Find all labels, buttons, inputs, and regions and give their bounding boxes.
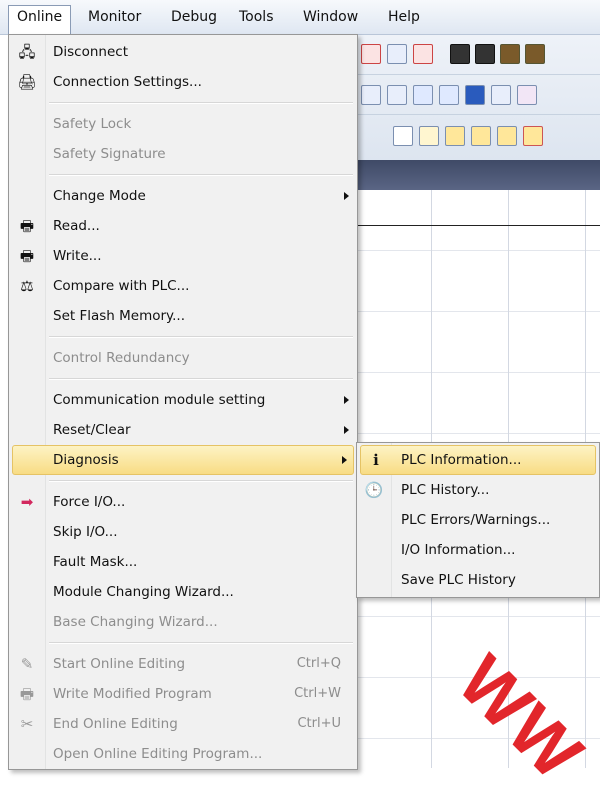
toolbar-icon[interactable] bbox=[491, 85, 511, 105]
toolbar-icon[interactable] bbox=[439, 85, 459, 105]
menu-item-disconnect[interactable]: 🖧 Disconnect bbox=[11, 38, 355, 66]
disconnect-icon: 🖧 bbox=[18, 43, 36, 61]
menu-item-start-online-editing: ✎ Start Online Editing Ctrl+Q bbox=[11, 650, 355, 678]
toolbar-icon[interactable] bbox=[471, 126, 491, 146]
toolbar-icon[interactable] bbox=[517, 85, 537, 105]
binoculars-icon[interactable] bbox=[500, 44, 520, 64]
plc-information-icon: ℹ bbox=[373, 451, 379, 469]
menu-item-compare-with-plc[interactable]: ⚖ Compare with PLC... bbox=[11, 272, 355, 300]
toolbar-row-3 bbox=[355, 114, 600, 160]
submenu-item-save-plc-history[interactable]: Save PLC History bbox=[359, 566, 597, 594]
menu-separator bbox=[49, 480, 353, 482]
toolbar-icon[interactable] bbox=[419, 126, 439, 146]
submenu-item-io-information[interactable]: I/O Information... bbox=[359, 536, 597, 564]
binoculars-icon[interactable] bbox=[475, 44, 495, 64]
menu-item-write-modified-program: 🖶 Write Modified Program Ctrl+W bbox=[11, 680, 355, 708]
write-to-plc-icon: 🖶 bbox=[19, 247, 35, 265]
menu-item-read[interactable]: 🖶 Read... bbox=[11, 212, 355, 240]
toolbar-icon[interactable] bbox=[497, 126, 517, 146]
menu-item-safety-signature: Safety Signature bbox=[53, 146, 166, 162]
submenu-arrow-icon bbox=[344, 396, 349, 404]
menu-item-fault-mask[interactable]: Fault Mask... bbox=[11, 548, 355, 576]
diagnosis-submenu: ℹ PLC Information... 🕒 PLC History... PL… bbox=[356, 442, 600, 598]
toolbar-icon[interactable] bbox=[413, 44, 433, 64]
menu-window[interactable]: Window bbox=[295, 6, 366, 28]
start-online-editing-icon: ✎ bbox=[20, 655, 34, 673]
shortcut-label: Ctrl+W bbox=[294, 686, 341, 701]
menu-item-communication-module-setting[interactable]: Communication module setting bbox=[11, 386, 355, 414]
toolbar-area bbox=[355, 34, 600, 160]
toolbar-icon[interactable] bbox=[387, 85, 407, 105]
submenu-arrow-icon bbox=[344, 426, 349, 434]
online-menu: 🖧 Disconnect 🖨 Connection Settings... Sa… bbox=[8, 34, 358, 770]
submenu-arrow-icon bbox=[342, 456, 347, 464]
menu-separator bbox=[49, 102, 353, 104]
end-online-editing-icon: ✂ bbox=[20, 715, 34, 733]
menu-debug[interactable]: Debug bbox=[163, 6, 225, 28]
submenu-item-plc-information[interactable]: ℹ PLC Information... bbox=[360, 445, 596, 475]
menu-separator bbox=[49, 642, 353, 644]
menu-item-diagnosis[interactable]: Diagnosis bbox=[12, 445, 354, 475]
menu-item-control-redundancy: Control Redundancy bbox=[53, 350, 190, 366]
menu-item-safety-lock: Safety Lock bbox=[53, 116, 132, 132]
menu-item-base-changing-wizard: Base Changing Wizard... bbox=[53, 614, 218, 630]
menu-item-skip-io[interactable]: Skip I/O... bbox=[11, 518, 355, 546]
toolbar-icon[interactable] bbox=[445, 126, 465, 146]
submenu-arrow-icon bbox=[344, 192, 349, 200]
menu-item-set-flash-memory[interactable]: Set Flash Memory... bbox=[11, 302, 355, 330]
force-io-icon: ➡ bbox=[20, 493, 34, 511]
submenu-item-plc-history[interactable]: 🕒 PLC History... bbox=[359, 476, 597, 504]
menu-item-connection-settings[interactable]: 🖨 Connection Settings... bbox=[11, 68, 355, 96]
menu-separator bbox=[49, 174, 353, 176]
menu-tools[interactable]: Tools bbox=[231, 6, 282, 28]
toolbar-icon[interactable] bbox=[361, 44, 381, 64]
connection-settings-icon: 🖨 bbox=[17, 73, 37, 91]
binoculars-icon[interactable] bbox=[450, 44, 470, 64]
toolbar-icon[interactable] bbox=[465, 85, 485, 105]
menu-item-force-io[interactable]: ➡ Force I/O... bbox=[11, 488, 355, 516]
menu-help[interactable]: Help bbox=[380, 6, 428, 28]
editor-title-bar bbox=[355, 160, 600, 190]
menu-item-write[interactable]: 🖶 Write... bbox=[11, 242, 355, 270]
menu-item-reset-clear[interactable]: Reset/Clear bbox=[11, 416, 355, 444]
menu-item-module-changing-wizard[interactable]: Module Changing Wizard... bbox=[11, 578, 355, 606]
menu-bar: Online Monitor Debug Tools Window Help bbox=[0, 0, 600, 35]
write-modified-program-icon: 🖶 bbox=[19, 685, 35, 703]
menu-separator bbox=[49, 378, 353, 380]
toolbar-icon[interactable] bbox=[523, 126, 543, 146]
menu-online[interactable]: Online bbox=[8, 5, 72, 35]
menu-item-change-mode[interactable]: Change Mode bbox=[11, 182, 355, 210]
submenu-item-plc-errors-warnings[interactable]: PLC Errors/Warnings... bbox=[359, 506, 597, 534]
read-from-plc-icon: 🖶 bbox=[19, 217, 35, 235]
menu-separator bbox=[49, 336, 353, 338]
binoculars-icon[interactable] bbox=[525, 44, 545, 64]
menu-item-open-online-editing-program: Open Online Editing Program... bbox=[53, 746, 263, 762]
toolbar-icon[interactable] bbox=[413, 85, 433, 105]
toolbar-icon[interactable] bbox=[361, 85, 381, 105]
toolbar-row-2 bbox=[355, 74, 600, 115]
shortcut-label: Ctrl+U bbox=[297, 716, 341, 731]
toolbar-icon[interactable] bbox=[387, 44, 407, 64]
plc-history-icon: 🕒 bbox=[364, 481, 384, 499]
menu-item-end-online-editing: ✂ End Online Editing Ctrl+U bbox=[11, 710, 355, 738]
compare-icon: ⚖ bbox=[20, 277, 34, 295]
toolbar-row-1 bbox=[355, 34, 600, 75]
shortcut-label: Ctrl+Q bbox=[296, 656, 341, 671]
toolbar-icon[interactable] bbox=[393, 126, 413, 146]
menu-monitor[interactable]: Monitor bbox=[80, 6, 149, 28]
ladder-rung-line bbox=[355, 225, 600, 226]
